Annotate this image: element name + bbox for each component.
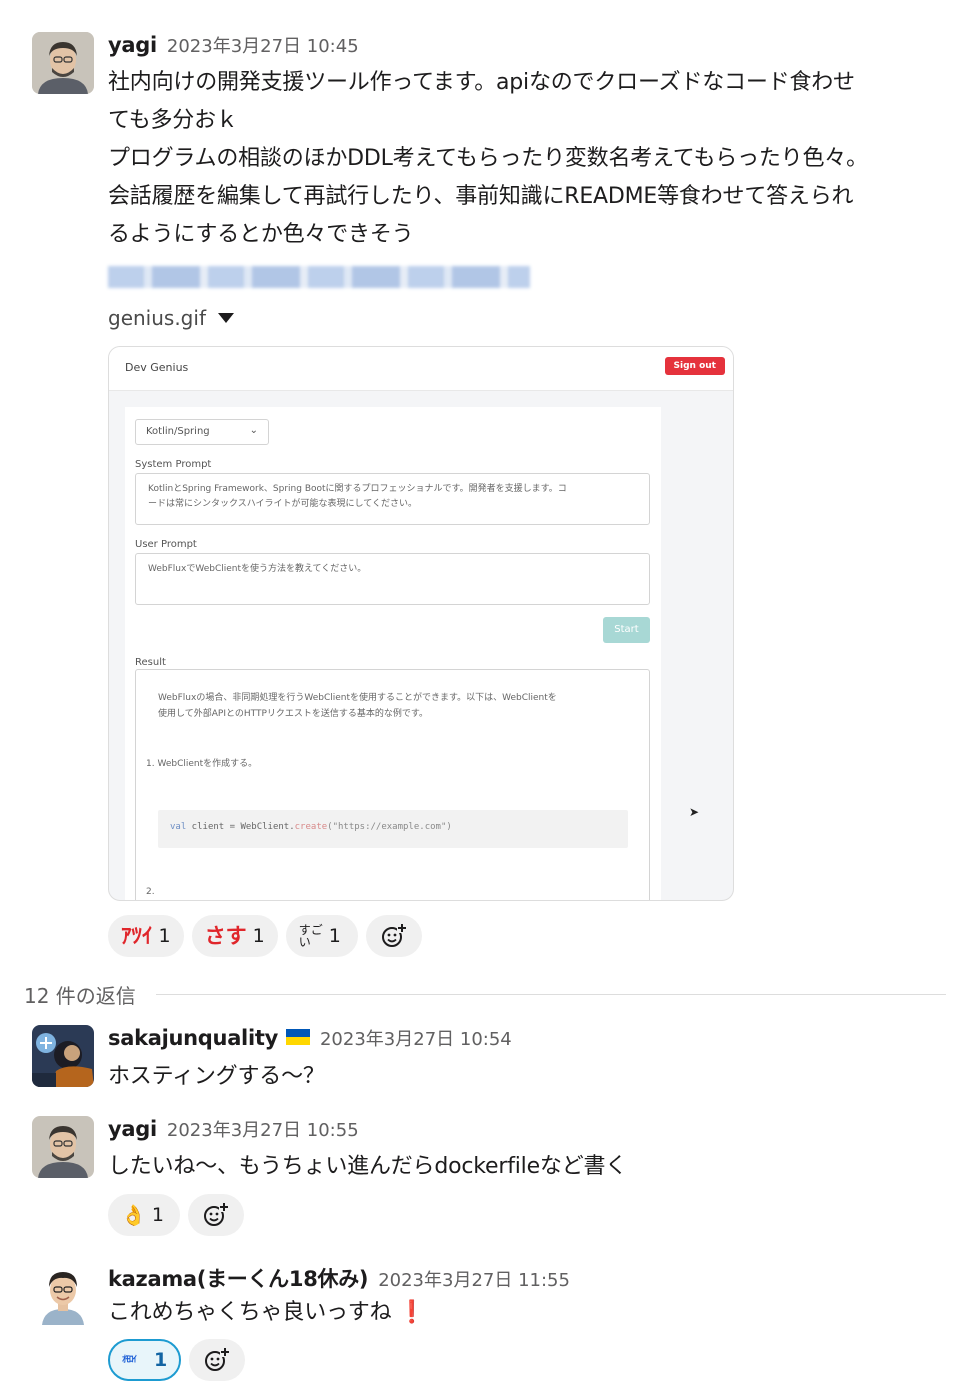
reactions-bar: ｵﾓﾛｲ 1 [108,1339,246,1381]
replies-divider: 12 件の返信 [24,980,946,1009]
author-name[interactable]: kazama(まーくん18休み) [108,1263,369,1293]
avatar-image [32,1263,94,1325]
result-label: Result [135,657,166,668]
reaction-atsui[interactable]: ｱﾂｲ 1 [108,915,184,957]
attachment-header: genius.gif [108,306,234,330]
ukraine-flag-icon [285,1029,310,1045]
reaction-count: 1 [151,1204,164,1226]
avatar-image [32,32,94,94]
code-keyword: val [170,822,187,832]
reaction-count: 1 [158,925,171,947]
reaction-sugoi[interactable]: すご い 1 [285,915,358,957]
message-body: これめちゃくちゃ良いっすね ❗ [108,1294,948,1332]
message-line: これめちゃくちゃ良いっすね ❗ [108,1294,948,1332]
timestamp[interactable]: 2023年3月27日 10:54 [320,1025,512,1051]
reaction-count: 1 [252,925,265,947]
system-prompt-label: System Prompt [135,459,212,470]
omoroi-emoji-icon: ｵﾓﾛｲ [122,1354,137,1365]
reactions-bar: 👌 1 [108,1194,244,1236]
code-string: ("https://example.com") [327,822,452,832]
user-prompt-label: User Prompt [135,539,197,550]
chevron-down-icon: ⌄ [249,425,258,436]
message-line: プログラムの相談のほかDDL考えてもらったり変数名考えてもらったり色々。 [108,146,868,171]
add-reaction-button[interactable] [365,915,422,957]
code-text: client = WebClient. [186,822,295,832]
reaction-omoroi[interactable]: ｵﾓﾛｲ 1 [108,1339,182,1381]
reaction-sasu[interactable]: さす 1 [191,915,278,957]
message-header: kazama(まーくん18休み) 2023年3月27日 11:55 [108,1263,570,1293]
message-body: したいね〜、もうちょい進んだらdockerfileなど書く [108,1148,948,1186]
app-title: Dev Genius [125,361,189,374]
message-header: yagi 2023年3月27日 10:55 [108,1116,359,1142]
reaction-count: 1 [328,925,341,947]
ok-hand-emoji-icon: 👌 [121,1203,146,1227]
code-function: create [294,822,328,832]
avatar[interactable] [32,32,94,94]
author-name[interactable]: yagi [108,1117,157,1141]
app-panel: Kotlin/Spring ⌄ System Prompt KotlinとSpr… [125,407,661,900]
message-body: ホスティングする〜？ [108,1058,948,1096]
message-line: ホスティングする〜？ [108,1064,325,1089]
atsui-emoji-icon: ｱﾂｲ [121,923,153,948]
avatar-image [32,1116,94,1178]
sasu-emoji-icon: さす [204,923,247,948]
reaction-count: 1 [154,1349,168,1371]
message-text: これめちゃくちゃ良いっすね [108,1300,392,1325]
author-name[interactable]: yagi [108,33,157,57]
reaction-ok-hand[interactable]: 👌 1 [108,1194,180,1236]
attachment-filename[interactable]: genius.gif [108,306,206,330]
system-prompt-line: ードは常にシンタックスハイライトが可能な表現にしてください。 [148,499,418,509]
message-line: るようにするとか色々できそう [108,222,414,247]
caret-down-icon[interactable] [217,313,234,323]
timestamp[interactable]: 2023年3月27日 11:55 [378,1266,570,1292]
step-1: 1. WebClientを作成する。 [146,759,258,769]
add-reaction-button[interactable] [188,1194,244,1236]
exclamation-icon: ❗ [398,1300,426,1325]
select-value: Kotlin/Spring [146,426,210,437]
add-reaction-icon [205,1347,231,1371]
message-line: 会話履歴を編集して再試行したり、事前知識にREADME等食わせて答えられ [108,184,854,209]
timestamp[interactable]: 2023年3月27日 10:55 [167,1116,359,1142]
result-line: 使用して外部APIとのHTTPリクエストを送信する基本的な例です。 [158,709,429,719]
replies-count-label[interactable]: 12 件の返信 [24,980,136,1009]
message-header: sakajunquality 2023年3月27日 10:54 [108,1025,512,1051]
add-reaction-icon [381,923,407,947]
avatar[interactable] [32,1263,94,1325]
result-box: WebFluxの場合、非同期処理を行うWebClientを使用することができます… [135,669,650,900]
language-select: Kotlin/Spring ⌄ [135,419,269,445]
result-line: WebFluxの場合、非同期処理を行うWebClientを使用することができます… [158,693,557,703]
reactions-bar: ｱﾂｲ 1 さす 1 すご い 1 [108,915,422,957]
system-prompt-line: KotlinとSpring Framework、Spring Bootに関するプ… [148,484,567,494]
mouse-cursor-icon: ➤ [689,805,700,819]
result-text: WebFluxの場合、非同期処理を行うWebClientを使用することができます… [158,690,557,722]
message-body: 社内向けの開発支援ツール作ってます。apiなのでクローズドなコード食わせ ても多… [108,64,948,254]
avatar[interactable] [32,1025,94,1087]
message-line: ても多分おｋ [108,108,238,133]
avatar-image [32,1025,94,1087]
user-prompt-textarea: WebFluxでWebClientを使う方法を教えてください。 [135,553,650,605]
app-header: Dev Genius Sign out [109,347,733,391]
message-line: したいね〜、もうちょい進んだらdockerfileなど書く [108,1154,628,1179]
message-line: 社内向けの開発支援ツール作ってます。apiなのでクローズドなコード食わせ [108,70,855,95]
user-prompt-text: WebFluxでWebClientを使う方法を教えてください。 [148,564,367,574]
code-block: val client = WebClient.create("https://e… [158,810,628,848]
gif-preview[interactable]: Dev Genius Sign out Kotlin/Spring ⌄ Syst… [108,346,734,901]
add-reaction-button[interactable] [189,1339,246,1381]
timestamp[interactable]: 2023年3月27日 10:45 [167,32,359,58]
system-prompt-textarea: KotlinとSpring Framework、Spring Bootに関するプ… [135,473,650,525]
sugoi-emoji-icon: すご い [298,923,323,949]
signout-button: Sign out [664,357,725,375]
message-header: yagi 2023年3月27日 10:45 [108,32,359,58]
avatar[interactable] [32,1116,94,1178]
author-name[interactable]: sakajunquality [108,1026,278,1050]
step-2: 2. [146,887,155,897]
divider [155,994,946,995]
add-reaction-icon [204,1202,229,1226]
start-button: Start [603,617,650,643]
blurred-link[interactable] [108,266,530,288]
